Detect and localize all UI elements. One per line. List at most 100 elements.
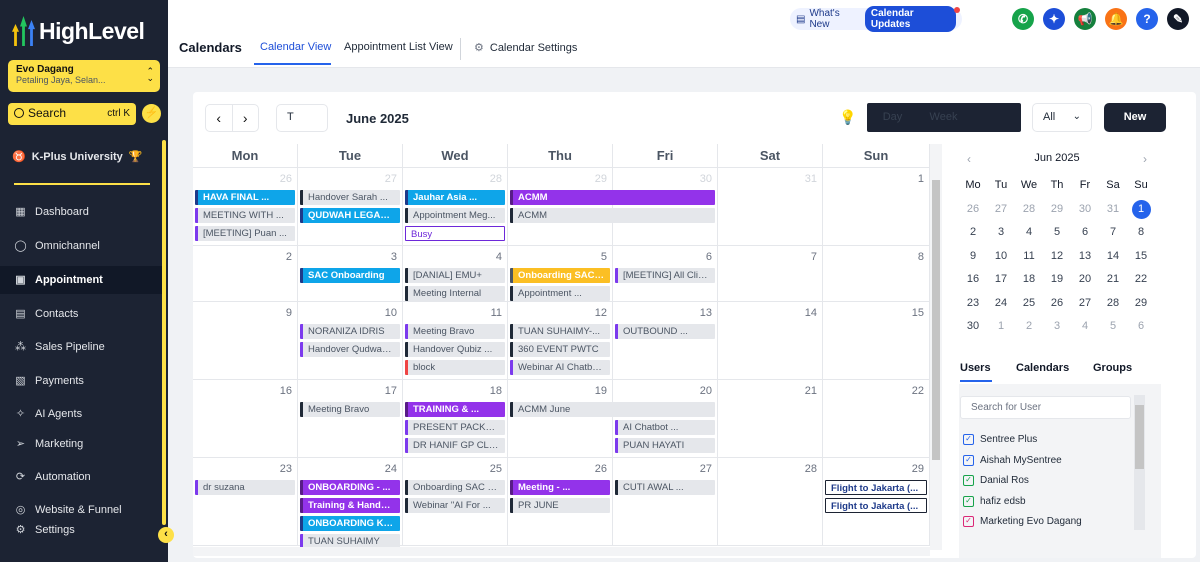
megaphone-icon[interactable]: 📢 (1074, 8, 1096, 30)
calendar-event[interactable]: ACMM June (510, 402, 715, 417)
day-cell[interactable]: 27 (298, 168, 403, 246)
mini-day[interactable]: 9 (959, 245, 987, 269)
day-cell[interactable]: 16 (193, 380, 298, 458)
mini-day[interactable]: 5 (1099, 315, 1127, 339)
user-filter-item[interactable]: ✓ hafiz edsb (963, 495, 1026, 507)
sidebar-item-automation[interactable]: ⟳ Automation (0, 463, 162, 491)
calendar-event[interactable]: CUTI AWAL ... (615, 480, 715, 495)
phone-icon[interactable]: ✆ (1012, 8, 1034, 30)
day-cell[interactable]: 13 (613, 302, 718, 380)
sidebar-item-settings[interactable]: ⚙ Settings (0, 516, 162, 544)
bell-icon[interactable]: 🔔 (1105, 8, 1127, 30)
checkbox-checked-icon[interactable]: ✓ (963, 495, 974, 507)
help-icon[interactable]: ? (1136, 8, 1158, 30)
calendar-event[interactable]: QUDWAH LEGACY... (300, 208, 400, 223)
calendar-event[interactable]: Flight to Jakarta (... (825, 498, 927, 513)
whats-new-button[interactable]: ▤ What's New Calendar Updates (790, 6, 962, 32)
mini-day[interactable]: 2 (959, 221, 987, 245)
mini-day[interactable]: 7 (1099, 221, 1127, 245)
scroll-thumb[interactable] (932, 180, 940, 460)
mini-day[interactable]: 6 (1127, 315, 1155, 339)
sidebar-item-omnichannel[interactable]: ◯ Omnichannel (0, 232, 162, 260)
view-month-button[interactable] (969, 103, 1020, 132)
day-cell[interactable]: 28 (718, 458, 823, 546)
day-cell[interactable]: 21 (718, 380, 823, 458)
mini-day[interactable]: 30 (1071, 198, 1099, 222)
day-cell[interactable]: 7 (718, 246, 823, 302)
calendar-event[interactable]: NORANIZA IDRIS (300, 324, 400, 339)
tab-calendar-settings[interactable]: ⚙ Calendar Settings (474, 41, 577, 54)
mini-day[interactable]: 28 (1099, 292, 1127, 316)
day-cell[interactable]: 30 (613, 168, 718, 246)
calendar-event[interactable]: ONBOARDING KZ ... (300, 516, 400, 531)
calendar-event[interactable]: Meeting - ... (510, 480, 610, 495)
mini-day[interactable]: 15 (1127, 245, 1155, 269)
day-cell[interactable]: 8 (823, 246, 930, 302)
checkbox-checked-icon[interactable]: ✓ (963, 434, 974, 445)
calendar-event[interactable]: PUAN HAYATI (615, 438, 715, 453)
day-cell[interactable]: 1 (823, 168, 930, 246)
calendar-event[interactable]: [MEETING] Puan ... (195, 226, 295, 241)
sidebar-scrollbar[interactable] (162, 140, 166, 525)
mini-day[interactable]: 27 (1071, 292, 1099, 316)
checkbox-checked-icon[interactable]: ✓ (963, 516, 974, 527)
view-day-button[interactable]: Day (867, 103, 918, 132)
lightbulb-icon[interactable]: 💡 (839, 109, 856, 126)
grid-horizontal-scrollbar[interactable] (193, 547, 930, 556)
quick-actions-bolt-icon[interactable]: ⚡ (142, 104, 161, 123)
brand-logo[interactable]: HighLevel (12, 14, 145, 48)
calendar-event[interactable]: Onboarding SAC - ... (405, 480, 505, 495)
mini-day[interactable]: 31 (1099, 198, 1127, 222)
sidebar-item-ai-agents[interactable]: ✧ AI Agents (0, 400, 162, 428)
sidebar-item-contacts[interactable]: ▤ Contacts (0, 300, 162, 328)
sidebar-item-appointment[interactable]: ▣ Appointment (0, 266, 162, 294)
day-cell[interactable]: 14 (718, 302, 823, 380)
calendar-event[interactable]: ACMM (510, 208, 715, 223)
user-filter-item[interactable]: ✓ Aishah MySentree (963, 454, 1062, 466)
new-appointment-button[interactable]: New (1104, 103, 1166, 132)
calendar-event[interactable]: DR HANIF GP CLINIC (405, 438, 505, 453)
calendar-event[interactable]: ACMM (510, 190, 715, 205)
checkbox-checked-icon[interactable]: ✓ (963, 454, 974, 466)
calendar-event[interactable]: dr suzana (195, 480, 295, 495)
user-filter-item[interactable]: ✓ Sentree Plus (963, 434, 1037, 445)
mini-day[interactable]: 17 (987, 268, 1015, 292)
calendar-event[interactable]: HAVA FINAL ... (195, 190, 295, 205)
mini-day[interactable]: 13 (1071, 245, 1099, 269)
day-cell[interactable]: 29 (508, 168, 613, 246)
collapse-sidebar-button[interactable]: ‹ (158, 527, 174, 543)
sidebar-item-payments[interactable]: ▧ Payments (0, 367, 162, 395)
tab-calendar-view[interactable]: Calendar View (260, 41, 331, 53)
user-avatar[interactable]: ✎ (1167, 8, 1189, 30)
tab-appointment-list-view[interactable]: Appointment List View (344, 41, 453, 53)
sidebar-item-marketing[interactable]: ➢ Marketing (0, 430, 162, 458)
day-cell[interactable]: 31 (718, 168, 823, 246)
mini-day[interactable]: 26 (959, 198, 987, 222)
mini-day[interactable]: 4 (1015, 221, 1043, 245)
mini-day[interactable]: 3 (1043, 315, 1071, 339)
account-switcher[interactable]: Evo Dagang Petaling Jaya, Selan... ⌃ ⌄ (8, 60, 160, 92)
calendar-event[interactable]: [DANIAL] EMU+ (405, 268, 505, 283)
mini-day[interactable]: 30 (959, 315, 987, 339)
day-cell[interactable]: 10 (298, 302, 403, 380)
user-list-scrollbar[interactable] (1134, 395, 1145, 530)
calendar-event[interactable]: Appointment ... (510, 286, 610, 301)
mini-day[interactable]: 8 (1127, 221, 1155, 245)
calendar-event[interactable]: Appointment Meg... (405, 208, 505, 223)
calendar-event[interactable]: Onboarding SAC ... (510, 268, 610, 283)
calendar-event[interactable]: ONBOARDING - ... (300, 480, 400, 495)
tab-users[interactable]: Users (960, 362, 991, 374)
calendar-event[interactable]: MEETING WITH ... (195, 208, 295, 223)
calendar-event[interactable]: TUAN SUHAIMY-... (510, 324, 610, 339)
calendar-event[interactable]: Webinar AI Chatbo... (510, 360, 610, 375)
mini-day[interactable]: 6 (1071, 221, 1099, 245)
mini-day[interactable]: 20 (1071, 268, 1099, 292)
mini-prev-icon[interactable]: ‹ (967, 152, 971, 166)
calendar-event[interactable]: [MEETING] All Clie... (615, 268, 715, 283)
mini-day[interactable]: 21 (1099, 268, 1127, 292)
mini-day[interactable]: 25 (1015, 292, 1043, 316)
mini-day[interactable]: 29 (1127, 292, 1155, 316)
checkbox-checked-icon[interactable]: ✓ (963, 475, 974, 486)
calendar-event[interactable]: Flight to Jakarta (... (825, 480, 927, 495)
mini-day[interactable]: 10 (987, 245, 1015, 269)
